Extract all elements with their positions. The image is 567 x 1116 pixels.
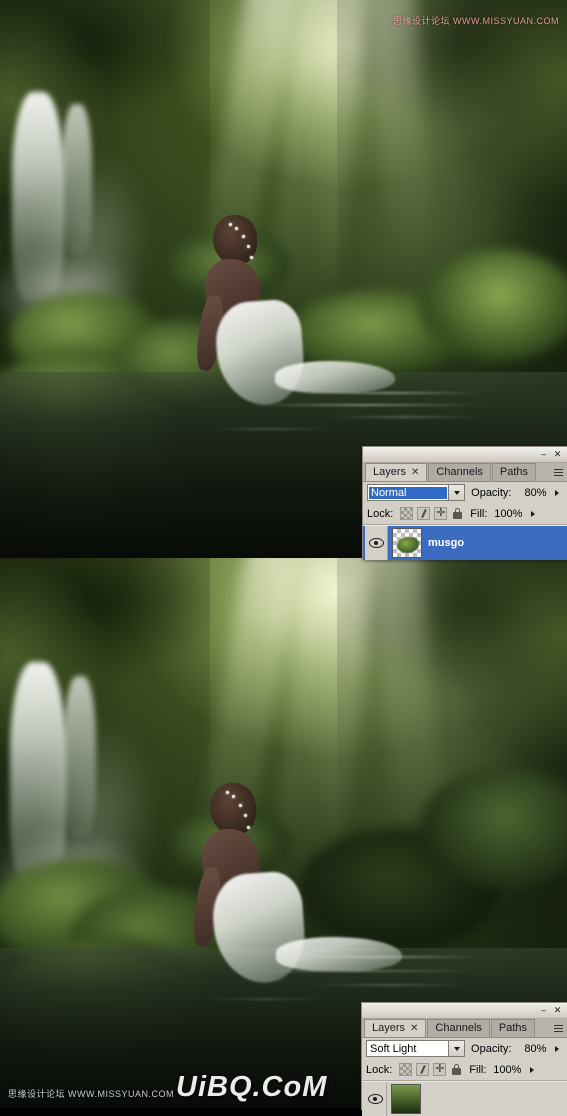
lock-fill-row[interactable]: Lock: Fill: 100% <box>362 1059 567 1080</box>
close-icon[interactable]: ✕ <box>552 1005 563 1016</box>
opacity-label: Opacity: <box>471 486 512 499</box>
blend-mode-select[interactable]: Soft Light <box>366 1040 466 1057</box>
tab-paths[interactable]: Paths <box>490 1019 536 1037</box>
figure-dress <box>210 869 308 987</box>
hair-pearl <box>242 235 245 238</box>
opacity-value[interactable]: 80% <box>514 485 549 500</box>
fill-value[interactable]: 100% <box>489 1062 524 1077</box>
figure-dress-train <box>275 361 395 393</box>
lock-image-pixels-icon[interactable] <box>417 507 431 520</box>
table-row[interactable]: musgo <box>363 526 567 560</box>
lock-fill-row[interactable]: Lock: Fill: 100% <box>363 503 567 524</box>
minimize-icon[interactable]: – <box>538 1005 549 1016</box>
lock-position-icon[interactable] <box>434 506 448 520</box>
layers-palette-bottom[interactable]: – ✕ Layers ✕ Channels Paths Soft Light Op… <box>361 1002 567 1116</box>
opacity-slider-icon[interactable] <box>551 485 564 500</box>
tab-layers-label: Layers <box>372 1022 406 1034</box>
blend-opacity-row[interactable]: Soft Light Opacity: 80% <box>362 1038 567 1059</box>
blend-mode-dropdown-icon[interactable] <box>448 1041 465 1056</box>
woman-figure <box>193 215 395 415</box>
tab-layers[interactable]: Layers ✕ <box>364 1019 427 1037</box>
blend-mode-dropdown-icon[interactable] <box>448 485 465 500</box>
watermark-top-right: 思缘设计论坛 WWW.MISSYUAN.COM <box>393 16 559 26</box>
tab-paths-label: Paths <box>498 1022 528 1034</box>
palette-titlebar[interactable]: – ✕ <box>363 447 567 463</box>
minimize-icon[interactable]: – <box>538 449 549 460</box>
palette-tab-strip[interactable]: Layers ✕ Channels Paths <box>362 1019 567 1038</box>
tab-close-icon[interactable]: ✕ <box>410 1023 418 1034</box>
layer-thumbnail[interactable] <box>392 528 422 558</box>
opacity-label: Opacity: <box>471 1042 512 1055</box>
hair-pearl <box>247 826 250 829</box>
hair-pearl <box>250 256 253 259</box>
hair-pearl <box>239 804 242 807</box>
opacity-slider-icon[interactable] <box>550 1041 563 1056</box>
tab-layers-label: Layers <box>373 466 407 478</box>
eye-icon[interactable] <box>367 1094 383 1104</box>
palette-tab-strip[interactable]: Layers ✕ Channels Paths <box>363 463 567 482</box>
layer-visibility-toggle[interactable] <box>365 526 388 560</box>
water-reflection-streak <box>330 416 480 418</box>
moss-boulder <box>420 250 567 360</box>
tab-paths[interactable]: Paths <box>491 463 537 481</box>
lock-all-icon[interactable] <box>451 507 464 520</box>
opacity-value[interactable]: 80% <box>514 1041 549 1056</box>
fill-value[interactable]: 100% <box>490 506 525 521</box>
hair-pearl <box>244 814 247 817</box>
screenshot-stage: 思缘设计论坛 WWW.MISSYUAN.COM 思缘设计论坛 WWW.MISSY… <box>0 0 567 1116</box>
water-reflection-streak <box>200 998 330 1000</box>
moss-thumbnail-content <box>397 537 419 553</box>
fill-slider-icon[interactable] <box>525 1062 538 1077</box>
figure-dress <box>213 298 307 408</box>
tab-channels[interactable]: Channels <box>427 1019 490 1037</box>
palette-menu-icon[interactable] <box>551 1020 565 1037</box>
fill-label: Fill: <box>470 507 488 520</box>
layer-thumbnail[interactable] <box>391 1084 421 1114</box>
hair-pearl <box>229 223 232 226</box>
figure-dress-train <box>276 937 402 971</box>
close-icon[interactable]: ✕ <box>552 449 563 460</box>
palette-menu-icon[interactable] <box>551 464 565 481</box>
lock-label: Lock: <box>366 1063 393 1076</box>
blend-opacity-row[interactable]: Normal Opacity: 80% <box>363 482 567 503</box>
hair-pearl <box>226 791 229 794</box>
watermark-bottom-center: UiBQ.CoM <box>176 1071 328 1103</box>
tab-paths-label: Paths <box>499 466 529 478</box>
fill-label: Fill: <box>469 1063 487 1076</box>
hair-pearl <box>235 227 238 230</box>
palette-titlebar[interactable]: – ✕ <box>362 1003 567 1019</box>
watermark-bottom-left: 思缘设计论坛 WWW.MISSYUAN.COM <box>8 1089 174 1099</box>
woman-figure <box>190 783 402 993</box>
lock-transparent-pixels-icon[interactable] <box>399 1063 413 1076</box>
blend-mode-value: Soft Light <box>370 1042 417 1055</box>
hair-pearl <box>232 795 235 798</box>
hair-pearl <box>247 245 250 248</box>
layer-name-label[interactable]: musgo <box>428 537 464 549</box>
water-reflection-streak <box>210 428 330 430</box>
layers-palette-top[interactable]: – ✕ Layers ✕ Channels Paths Normal Opacit… <box>362 446 567 560</box>
tab-close-icon[interactable]: ✕ <box>411 467 419 478</box>
lock-icon-group[interactable] <box>400 506 464 520</box>
lock-position-icon[interactable] <box>433 1062 447 1076</box>
lock-all-icon[interactable] <box>450 1063 463 1076</box>
tab-channels-label: Channels <box>435 1022 482 1034</box>
lock-icon-group[interactable] <box>399 1062 463 1076</box>
tab-channels[interactable]: Channels <box>428 463 491 481</box>
tab-layers[interactable]: Layers ✕ <box>365 463 428 481</box>
layer-visibility-toggle[interactable] <box>364 1082 387 1116</box>
eye-icon[interactable] <box>368 538 384 548</box>
table-row[interactable] <box>362 1082 567 1116</box>
blend-mode-value: Normal <box>369 486 448 499</box>
lock-label: Lock: <box>367 507 394 520</box>
lock-transparent-pixels-icon[interactable] <box>400 507 414 520</box>
tab-channels-label: Channels <box>436 466 483 478</box>
blend-mode-select[interactable]: Normal <box>367 484 466 501</box>
lock-image-pixels-icon[interactable] <box>416 1063 430 1076</box>
fill-slider-icon[interactable] <box>526 506 539 521</box>
